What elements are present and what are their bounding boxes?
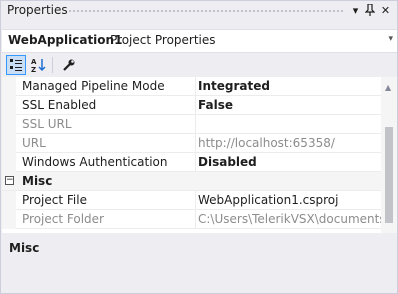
row-gutter xyxy=(2,115,16,134)
window-title: Properties xyxy=(7,3,68,17)
property-name: Project Folder xyxy=(22,212,104,226)
row-gutter xyxy=(2,210,16,229)
scrollbar-thumb[interactable] xyxy=(385,127,393,223)
property-name: Windows Authentication xyxy=(22,155,168,169)
property-value[interactable]: False xyxy=(198,98,382,112)
object-selector[interactable]: WebApplication1 Project Properties ▾ xyxy=(2,29,397,53)
property-row-ssl-enabled[interactable]: SSL Enabled False xyxy=(2,96,382,115)
alphabetical-icon[interactable]: A Z xyxy=(29,55,49,75)
property-name: Managed Pipeline Mode xyxy=(22,79,165,93)
wrench-icon[interactable] xyxy=(59,55,79,75)
window-position-dropdown-icon[interactable]: ▾ xyxy=(349,4,362,18)
property-row-managed-pipeline-mode[interactable]: Managed Pipeline Mode Integrated xyxy=(2,77,382,96)
description-title: Misc xyxy=(9,241,40,255)
property-value[interactable]: WebApplication1.csproj xyxy=(198,193,382,207)
property-row-project-file[interactable]: Project File WebApplication1.csproj xyxy=(2,191,382,210)
collapse-toggle-icon[interactable]: − xyxy=(5,176,14,185)
column-divider xyxy=(195,134,196,153)
property-row-url[interactable]: URL http://localhost:65358/ xyxy=(2,134,382,153)
svg-text:Z: Z xyxy=(31,66,36,73)
row-gutter xyxy=(2,96,16,115)
scroll-up-icon[interactable]: ▲ xyxy=(385,83,391,92)
property-row-project-folder[interactable]: Project Folder C:\Users\TelerikVSX\docum… xyxy=(2,210,382,229)
object-type: Project Properties xyxy=(110,33,216,47)
row-gutter xyxy=(2,153,16,172)
property-row-ssl-url[interactable]: SSL URL xyxy=(2,115,382,134)
properties-toolbar: A Z xyxy=(2,53,397,77)
column-divider xyxy=(195,191,196,210)
title-bar[interactable]: Properties ▾ ✕ xyxy=(1,1,397,21)
chevron-down-icon[interactable]: ▾ xyxy=(388,34,393,44)
close-icon[interactable]: ✕ xyxy=(379,4,392,18)
row-gutter xyxy=(2,134,16,153)
properties-window: Properties ▾ ✕ WebApplication1 Project P… xyxy=(0,0,398,294)
row-gutter xyxy=(2,191,16,210)
property-value[interactable]: Disabled xyxy=(198,155,382,169)
title-grip[interactable] xyxy=(68,9,345,14)
property-value: http://localhost:65358/ xyxy=(198,136,335,150)
vertical-scrollbar[interactable]: ▲ xyxy=(381,77,397,233)
property-grid: Managed Pipeline Mode Integrated SSL Ena… xyxy=(2,77,397,233)
column-divider xyxy=(195,153,196,172)
property-name: SSL Enabled xyxy=(22,98,97,112)
property-name: SSL URL xyxy=(22,117,72,131)
categorized-icon[interactable] xyxy=(6,55,26,75)
property-row-windows-authentication[interactable]: Windows Authentication Disabled xyxy=(2,153,382,172)
svg-text:A: A xyxy=(31,58,37,66)
category-row-misc[interactable]: − Misc xyxy=(2,172,382,191)
property-name: URL xyxy=(22,136,46,150)
column-divider xyxy=(195,77,196,96)
pin-icon[interactable] xyxy=(363,3,376,18)
property-value: C:\Users\TelerikVSX\documents\vi xyxy=(198,212,382,226)
column-divider xyxy=(195,96,196,115)
object-name: WebApplication1 xyxy=(8,33,123,47)
row-gutter xyxy=(2,77,16,96)
column-divider xyxy=(195,115,196,134)
toolbar-separator xyxy=(52,57,53,73)
property-value[interactable]: Integrated xyxy=(198,79,382,93)
column-divider xyxy=(195,210,196,229)
description-pane: Misc xyxy=(2,237,397,293)
category-name: Misc xyxy=(22,174,53,188)
property-name: Project File xyxy=(22,193,87,207)
